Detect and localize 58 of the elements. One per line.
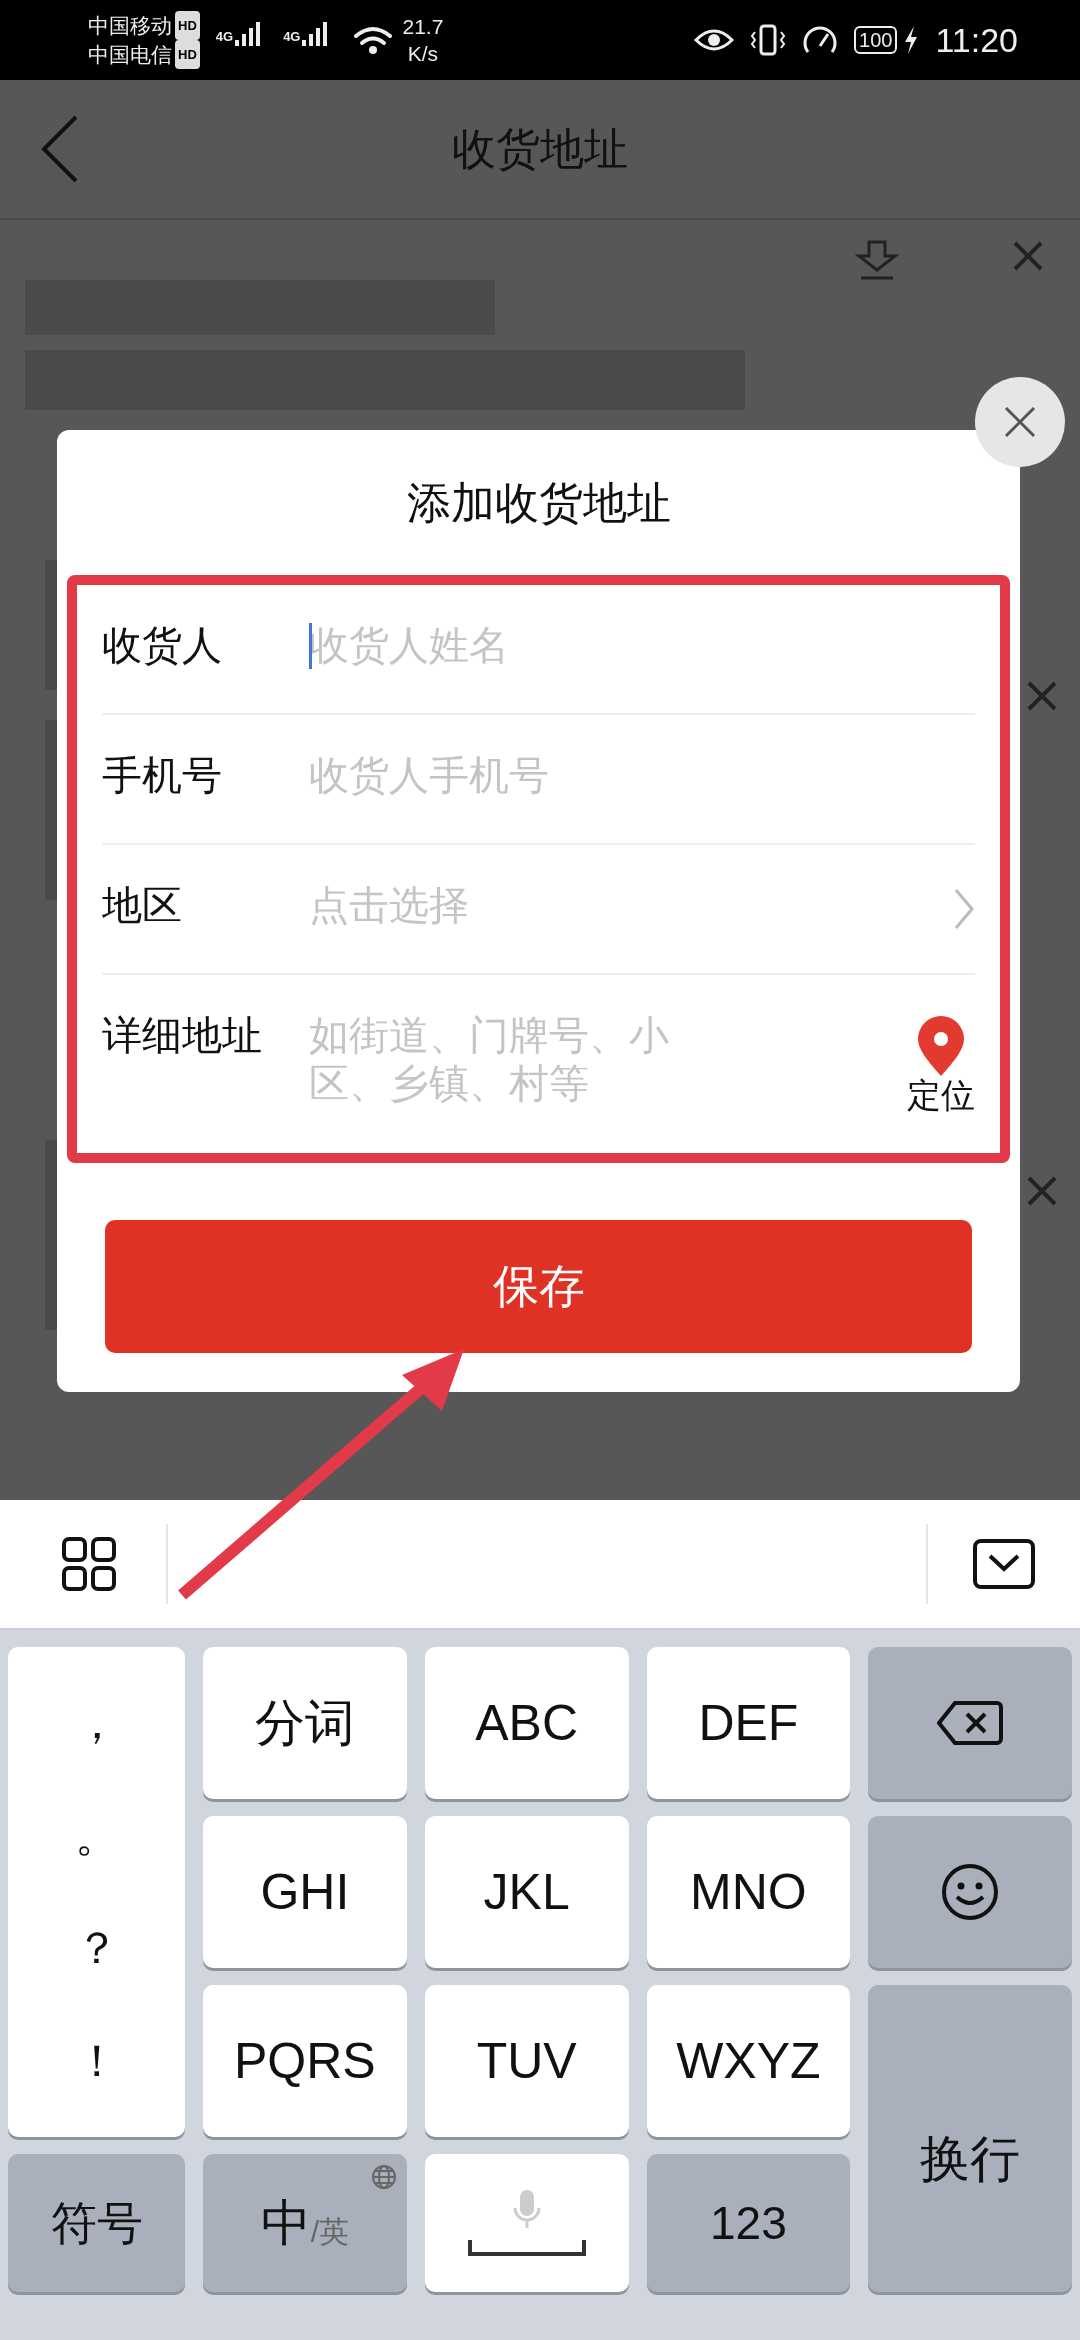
grid-icon [62, 1537, 116, 1591]
key[interactable]: JKL [424, 1816, 629, 1968]
key[interactable]: DEF [646, 1647, 851, 1799]
carrier-name: 中国移动 [88, 13, 172, 39]
page-title: 收货地址 [452, 123, 628, 175]
close-icon [1003, 405, 1037, 439]
key[interactable]: ABC [424, 1647, 629, 1799]
location-pin-icon [916, 1015, 966, 1077]
emoji-key[interactable] [868, 1816, 1072, 1968]
carrier-name: 中国电信 [88, 42, 172, 68]
speed-unit: K/s [406, 41, 440, 67]
vibrate-icon [750, 24, 787, 56]
field-label: 手机号 [102, 752, 223, 799]
region-field[interactable]: 点击选择 [309, 881, 953, 929]
enter-key[interactable]: 换行 [868, 1985, 1072, 2292]
field-label: 详细地址 [102, 1012, 263, 1059]
punctuation-key[interactable]: ！ [74, 2027, 119, 2094]
input-field[interactable]: 收货人姓名 [309, 621, 975, 669]
backspace-key[interactable] [868, 1647, 1072, 1799]
smiley-icon [941, 1863, 1000, 1921]
punctuation-key[interactable]: 。 [74, 1802, 119, 1869]
field-label: 地区 [102, 882, 183, 929]
dialog-title: 添加收货地址 [405, 476, 672, 529]
battery-level: 100 [854, 26, 898, 54]
hd-badge: HD [175, 40, 200, 69]
speed-value: 21.7 [402, 14, 444, 40]
apps-button[interactable] [62, 1537, 116, 1591]
key[interactable]: WXYZ [646, 1985, 851, 2137]
space-key[interactable] [424, 2154, 629, 2292]
address-field[interactable]: 如街道、门牌号、小区、乡镇、村等 [309, 1011, 709, 1121]
key[interactable]: GHI [203, 1816, 407, 1968]
key[interactable]: PQRS [203, 1985, 407, 2137]
globe-icon [370, 2164, 397, 2190]
locate-button[interactable]: 定位 [907, 1015, 975, 1115]
back-icon[interactable] [40, 115, 80, 183]
key[interactable]: 分词 [203, 1647, 407, 1799]
key[interactable]: MNO [646, 1816, 851, 1968]
punctuation-key[interactable]: ？ [74, 1915, 119, 1982]
chevron-right-icon [953, 887, 975, 931]
network-type: 4G [215, 27, 234, 46]
bolt-icon [903, 25, 920, 55]
wifi-icon [352, 24, 395, 56]
key[interactable]: TUV [424, 1985, 629, 2137]
punctuation-key[interactable]: ， [74, 1690, 119, 1757]
field-label: 收货人 [102, 622, 223, 669]
network-type: 4G [283, 27, 301, 46]
collapse-icon [973, 1539, 1035, 1589]
hide-keyboard-button[interactable] [973, 1539, 1035, 1589]
microphone-icon [511, 2188, 542, 2230]
key[interactable]: 123 [646, 2154, 851, 2292]
key[interactable]: 符号 [8, 2154, 185, 2292]
hd-badge: HD [175, 11, 200, 40]
backspace-icon [937, 1700, 1004, 1746]
language-key[interactable]: 中/英 [203, 2154, 407, 2292]
clock: 11:20 [935, 19, 1018, 61]
space-bar-icon [467, 2238, 586, 2258]
save-button[interactable]: 保存 [105, 1220, 972, 1353]
input-field[interactable]: 收货人手机号 [309, 751, 975, 799]
